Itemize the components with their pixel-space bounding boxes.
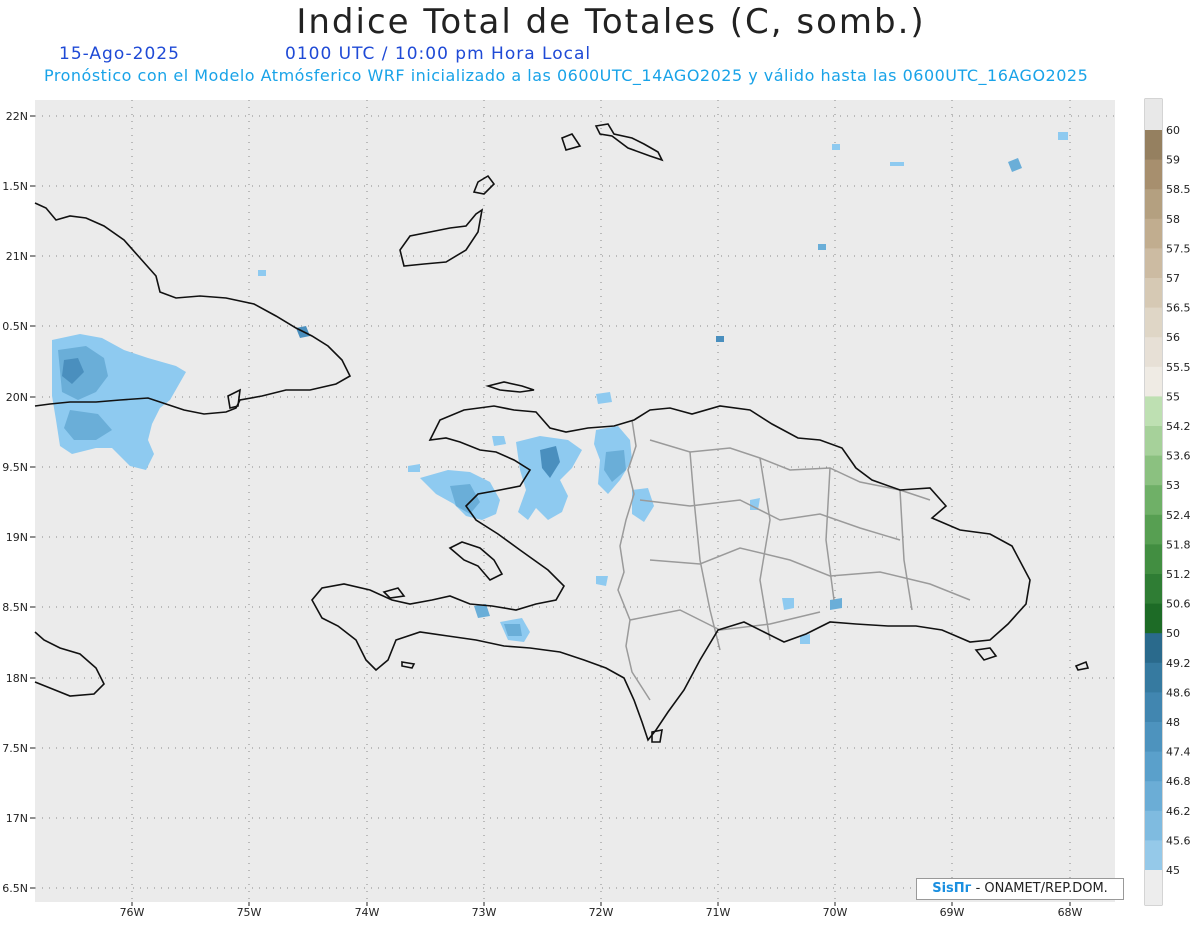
- colorbar-swatch: [1145, 574, 1162, 605]
- colorbar-swatch: [1145, 633, 1162, 664]
- weather-map: 22N 1.5N 21N 0.5N 20N 9.5N 19N 8.5N 18N …: [2, 98, 1191, 919]
- colorbar-label: 46.8: [1166, 775, 1191, 788]
- colorbar-label: 58.5: [1166, 183, 1191, 196]
- colorbar-label: 56: [1166, 331, 1180, 344]
- colorbar: 60 59 58.5 58 57.5 57 56.5 56 55.5 55 54.2 53.6 53 52…: [1144, 98, 1191, 906]
- colorbar-swatch: [1145, 248, 1162, 279]
- colorbar-swatch: [1145, 870, 1162, 905]
- colorbar-swatch: [1145, 485, 1162, 516]
- colorbar-swatch: [1145, 426, 1162, 457]
- lon-label: 70W: [823, 906, 848, 919]
- lon-label: 68W: [1058, 906, 1083, 919]
- lat-label: 6.5N: [2, 882, 28, 895]
- credit-text: - ONAMET/REP.DOM.: [975, 881, 1108, 896]
- colorbar-swatch: [1145, 810, 1162, 841]
- colorbar-swatch: [1145, 130, 1162, 161]
- lat-label: 19N: [6, 531, 28, 544]
- colorbar-swatch: [1145, 692, 1162, 723]
- colorbar-label: 50: [1166, 627, 1180, 640]
- lat-label: 1.5N: [2, 180, 28, 193]
- lon-label: 73W: [472, 906, 497, 919]
- colorbar-swatch: [1145, 751, 1162, 782]
- colorbar-label: 51.8: [1166, 538, 1191, 551]
- colorbar-label: 47.4: [1166, 746, 1191, 759]
- colorbar-label: 49.2: [1166, 657, 1191, 670]
- colorbar-label: 59: [1166, 154, 1180, 167]
- colorbar-label: 48: [1166, 716, 1180, 729]
- colorbar-label: 45: [1166, 864, 1180, 877]
- colorbar-swatch: [1145, 218, 1162, 249]
- colorbar-swatch: [1145, 396, 1162, 427]
- colorbar-swatch: [1145, 840, 1162, 871]
- lat-label: 7.5N: [2, 742, 28, 755]
- colorbar-swatch: [1145, 337, 1162, 368]
- colorbar-swatch: [1145, 455, 1162, 486]
- colorbar-label: 55: [1166, 390, 1180, 403]
- lat-label: 22N: [6, 110, 28, 123]
- lon-label: 71W: [706, 906, 731, 919]
- credit-box: SisПг - ONAMET/REP.DOM.: [916, 878, 1124, 900]
- lat-label: 0.5N: [2, 320, 28, 333]
- colorbar-swatch: [1145, 189, 1162, 220]
- colorbar-label: 57.5: [1166, 242, 1191, 255]
- lat-label: 21N: [6, 250, 28, 263]
- colorbar-swatch: [1145, 278, 1162, 309]
- colorbar-label: 45.6: [1166, 834, 1191, 847]
- lat-label: 8.5N: [2, 601, 28, 614]
- colorbar-swatch: [1145, 159, 1162, 190]
- lat-label: 17N: [6, 812, 28, 825]
- colorbar-label: 60: [1166, 124, 1180, 137]
- colorbar-swatch: [1145, 544, 1162, 575]
- colorbar-swatch: [1145, 99, 1162, 130]
- lon-label: 76W: [120, 906, 145, 919]
- colorbar-label: 55.5: [1166, 361, 1191, 374]
- colorbar-swatch: [1145, 366, 1162, 397]
- colorbar-label: 56.5: [1166, 302, 1191, 315]
- colorbar-label: 50.6: [1166, 598, 1191, 611]
- lon-label: 74W: [355, 906, 380, 919]
- lat-label: 20N: [6, 391, 28, 404]
- colorbar-swatch: [1145, 307, 1162, 338]
- colorbar-swatch: [1145, 722, 1162, 753]
- lon-label: 72W: [589, 906, 614, 919]
- colorbar-swatch: [1145, 603, 1162, 634]
- colorbar-swatch: [1145, 781, 1162, 812]
- colorbar-label: 48.6: [1166, 686, 1191, 699]
- lat-label: 9.5N: [2, 461, 28, 474]
- colorbar-label: 58: [1166, 213, 1180, 226]
- lat-label: 18N: [6, 672, 28, 685]
- colorbar-label: 57: [1166, 272, 1180, 285]
- lon-label: 75W: [237, 906, 262, 919]
- lon-label: 69W: [940, 906, 965, 919]
- colorbar-label: 46.2: [1166, 805, 1191, 818]
- sispi-logo: SisПг: [932, 881, 972, 896]
- colorbar-label: 51.2: [1166, 568, 1191, 581]
- colorbar-label: 53.6: [1166, 450, 1191, 463]
- colorbar-swatch: [1145, 662, 1162, 693]
- colorbar-label: 53: [1166, 479, 1180, 492]
- colorbar-swatch: [1145, 514, 1162, 545]
- colorbar-label: 52.4: [1166, 509, 1191, 522]
- colorbar-label: 54.2: [1166, 420, 1191, 433]
- map-area: [35, 100, 1115, 902]
